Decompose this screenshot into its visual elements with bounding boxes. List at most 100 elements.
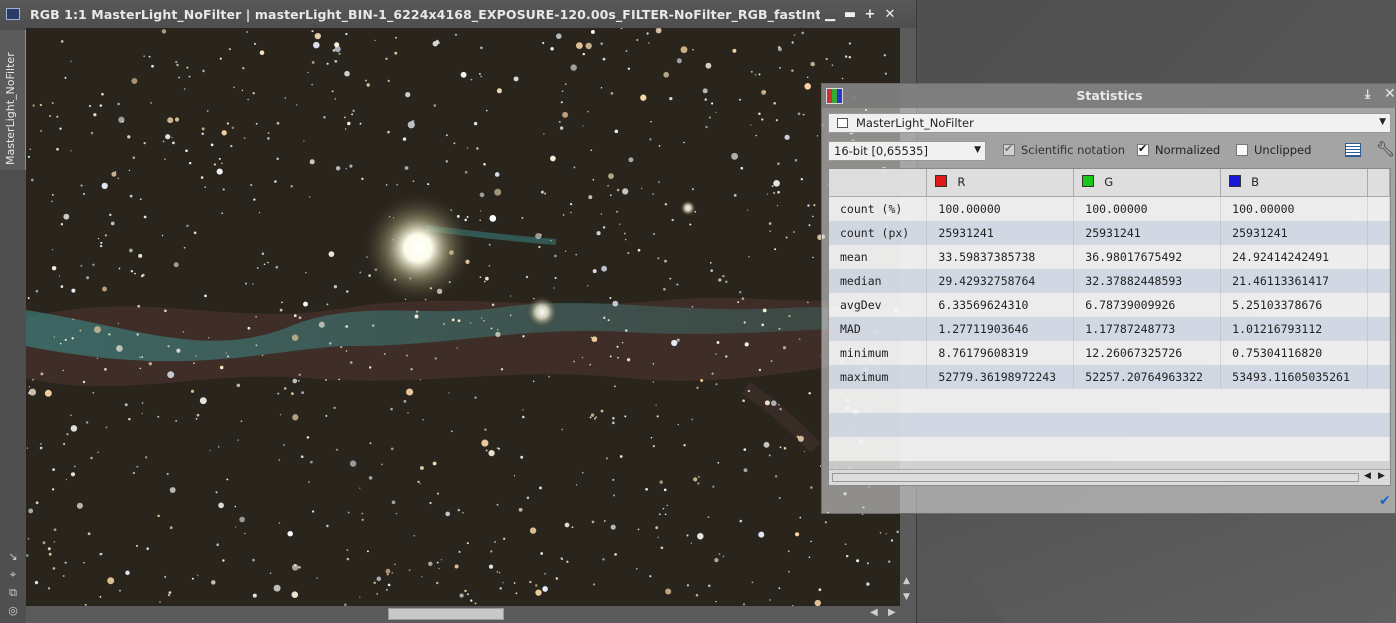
- star: [683, 141, 685, 144]
- chevron-down-icon[interactable]: ▼: [1379, 117, 1386, 127]
- star: [485, 449, 488, 452]
- clone-view-icon[interactable]: ⧉: [7, 587, 19, 599]
- star: [394, 51, 398, 55]
- star: [775, 119, 778, 122]
- star: [535, 584, 538, 587]
- table-row[interactable]: avgDev 6.33569624310 6.78739009926 5.251…: [829, 292, 1390, 317]
- star: [662, 507, 665, 510]
- zoom-fit-icon[interactable]: ⌖: [7, 569, 19, 581]
- star: [56, 147, 59, 151]
- star: [161, 234, 164, 237]
- star: [236, 383, 241, 388]
- star: [585, 42, 592, 50]
- star: [590, 149, 593, 151]
- star: [117, 177, 120, 179]
- column-header-g[interactable]: G: [1073, 169, 1222, 197]
- shade-icon[interactable]: ⤓: [1365, 87, 1370, 102]
- star: [542, 41, 545, 45]
- star: [776, 205, 779, 207]
- checkmark-icon[interactable]: ✔: [1379, 493, 1391, 509]
- checkbox-box[interactable]: [1137, 142, 1149, 156]
- star: [73, 465, 76, 468]
- star: [555, 33, 562, 40]
- star: [602, 558, 605, 561]
- star: [195, 418, 198, 420]
- chevron-down-icon[interactable]: ▼: [974, 145, 981, 155]
- unclipped-checkbox[interactable]: Unclipped: [1236, 143, 1311, 157]
- table-row[interactable]: MAD 1.27711903646 1.17787248773 1.012167…: [829, 316, 1390, 341]
- star: [396, 183, 399, 186]
- close-button[interactable]: ✕: [880, 7, 900, 22]
- horizontal-scroll-thumb[interactable]: [388, 608, 504, 620]
- star: [559, 126, 564, 130]
- star: [515, 592, 518, 595]
- table-scroll-thumb[interactable]: [832, 473, 1359, 482]
- star: [259, 50, 265, 55]
- image-canvas[interactable]: [26, 28, 900, 606]
- table-row[interactable]: minimum 8.76179608319 12.26067325726 0.7…: [829, 340, 1390, 365]
- star: [778, 496, 781, 500]
- star: [28, 388, 37, 396]
- scroll-down-icon[interactable]: ▼: [903, 592, 910, 602]
- table-row[interactable]: count (%) 100.00000 100.00000 100.00000: [829, 196, 1390, 221]
- cell-b: 21.46113361417: [1220, 268, 1369, 293]
- column-header-r[interactable]: R: [926, 169, 1075, 197]
- star: [717, 461, 720, 464]
- star: [648, 42, 650, 44]
- close-icon[interactable]: ✕: [1384, 86, 1396, 102]
- star: [60, 40, 64, 43]
- star: [242, 67, 245, 70]
- star: [368, 476, 373, 480]
- image-window-titlebar[interactable]: RGB 1:1 MasterLight_NoFilter | masterLig…: [0, 0, 916, 28]
- star: [625, 50, 628, 52]
- view-identifier-tab[interactable]: MasterLight_NoFilter: [0, 30, 27, 170]
- statistics-titlebar[interactable]: Statistics ⤓ ✕: [822, 84, 1396, 108]
- star: [436, 561, 439, 564]
- star: [402, 137, 407, 141]
- window-icon[interactable]: [6, 8, 20, 20]
- fit-view-icon[interactable]: ↘: [7, 551, 19, 563]
- star: [741, 297, 745, 300]
- horizontal-scrollbar[interactable]: ◀ ▶: [26, 606, 900, 623]
- scroll-right-icon[interactable]: ▶: [1378, 471, 1385, 481]
- star: [845, 554, 849, 558]
- star: [344, 128, 347, 130]
- scroll-left-icon[interactable]: ◀: [870, 607, 878, 618]
- range-selector[interactable]: 16-bit [0,65535] ▼: [828, 141, 986, 161]
- star: [419, 379, 421, 381]
- table-row[interactable]: median 29.42932758764 32.37882448593 21.…: [829, 268, 1390, 293]
- column-header-b[interactable]: B: [1220, 169, 1369, 197]
- checkbox-box[interactable]: [1003, 142, 1015, 156]
- table-horizontal-scrollbar[interactable]: ◀ ▶: [829, 469, 1390, 485]
- scroll-up-icon[interactable]: ▲: [903, 576, 910, 586]
- star: [738, 98, 742, 101]
- table-row[interactable]: maximum 52779.36198972243 52257.20764963…: [829, 364, 1390, 389]
- table-row[interactable]: count (px) 25931241 25931241 25931241: [829, 220, 1390, 245]
- star: [718, 553, 721, 555]
- shade-button[interactable]: ▬: [840, 7, 860, 22]
- report-icon[interactable]: [1345, 143, 1361, 157]
- image-window[interactable]: RGB 1:1 MasterLight_NoFilter | masterLig…: [0, 0, 917, 623]
- minimize-button[interactable]: ▁: [820, 7, 840, 22]
- preview-icon[interactable]: ◎: [7, 605, 19, 617]
- star: [66, 433, 69, 436]
- view-selector[interactable]: MasterLight_NoFilter ▼: [828, 113, 1391, 133]
- scientific-notation-checkbox[interactable]: Scientific notation: [1003, 142, 1125, 157]
- checkbox-box[interactable]: [1236, 144, 1248, 156]
- cell-b: 24.92414242491: [1220, 244, 1369, 269]
- scroll-right-icon[interactable]: ▶: [888, 607, 896, 618]
- table-row[interactable]: mean 33.59837385738 36.98017675492 24.92…: [829, 244, 1390, 269]
- normalized-checkbox[interactable]: Normalized: [1137, 142, 1220, 157]
- wrench-icon[interactable]: 🔧︎: [1376, 140, 1395, 158]
- star: [808, 224, 811, 227]
- star: [135, 544, 139, 547]
- star: [856, 559, 860, 563]
- statistics-window[interactable]: Statistics ⤓ ✕ MasterLight_NoFilter ▼ 16…: [821, 83, 1396, 514]
- star: [51, 200, 53, 203]
- star: [291, 334, 299, 341]
- scroll-left-icon[interactable]: ◀: [1364, 471, 1371, 481]
- star: [72, 318, 75, 321]
- star: [660, 546, 664, 550]
- maximize-button[interactable]: +: [860, 7, 880, 22]
- statistics-table[interactable]: R G B count (%) 100.00000 100.00000 100.…: [828, 168, 1391, 486]
